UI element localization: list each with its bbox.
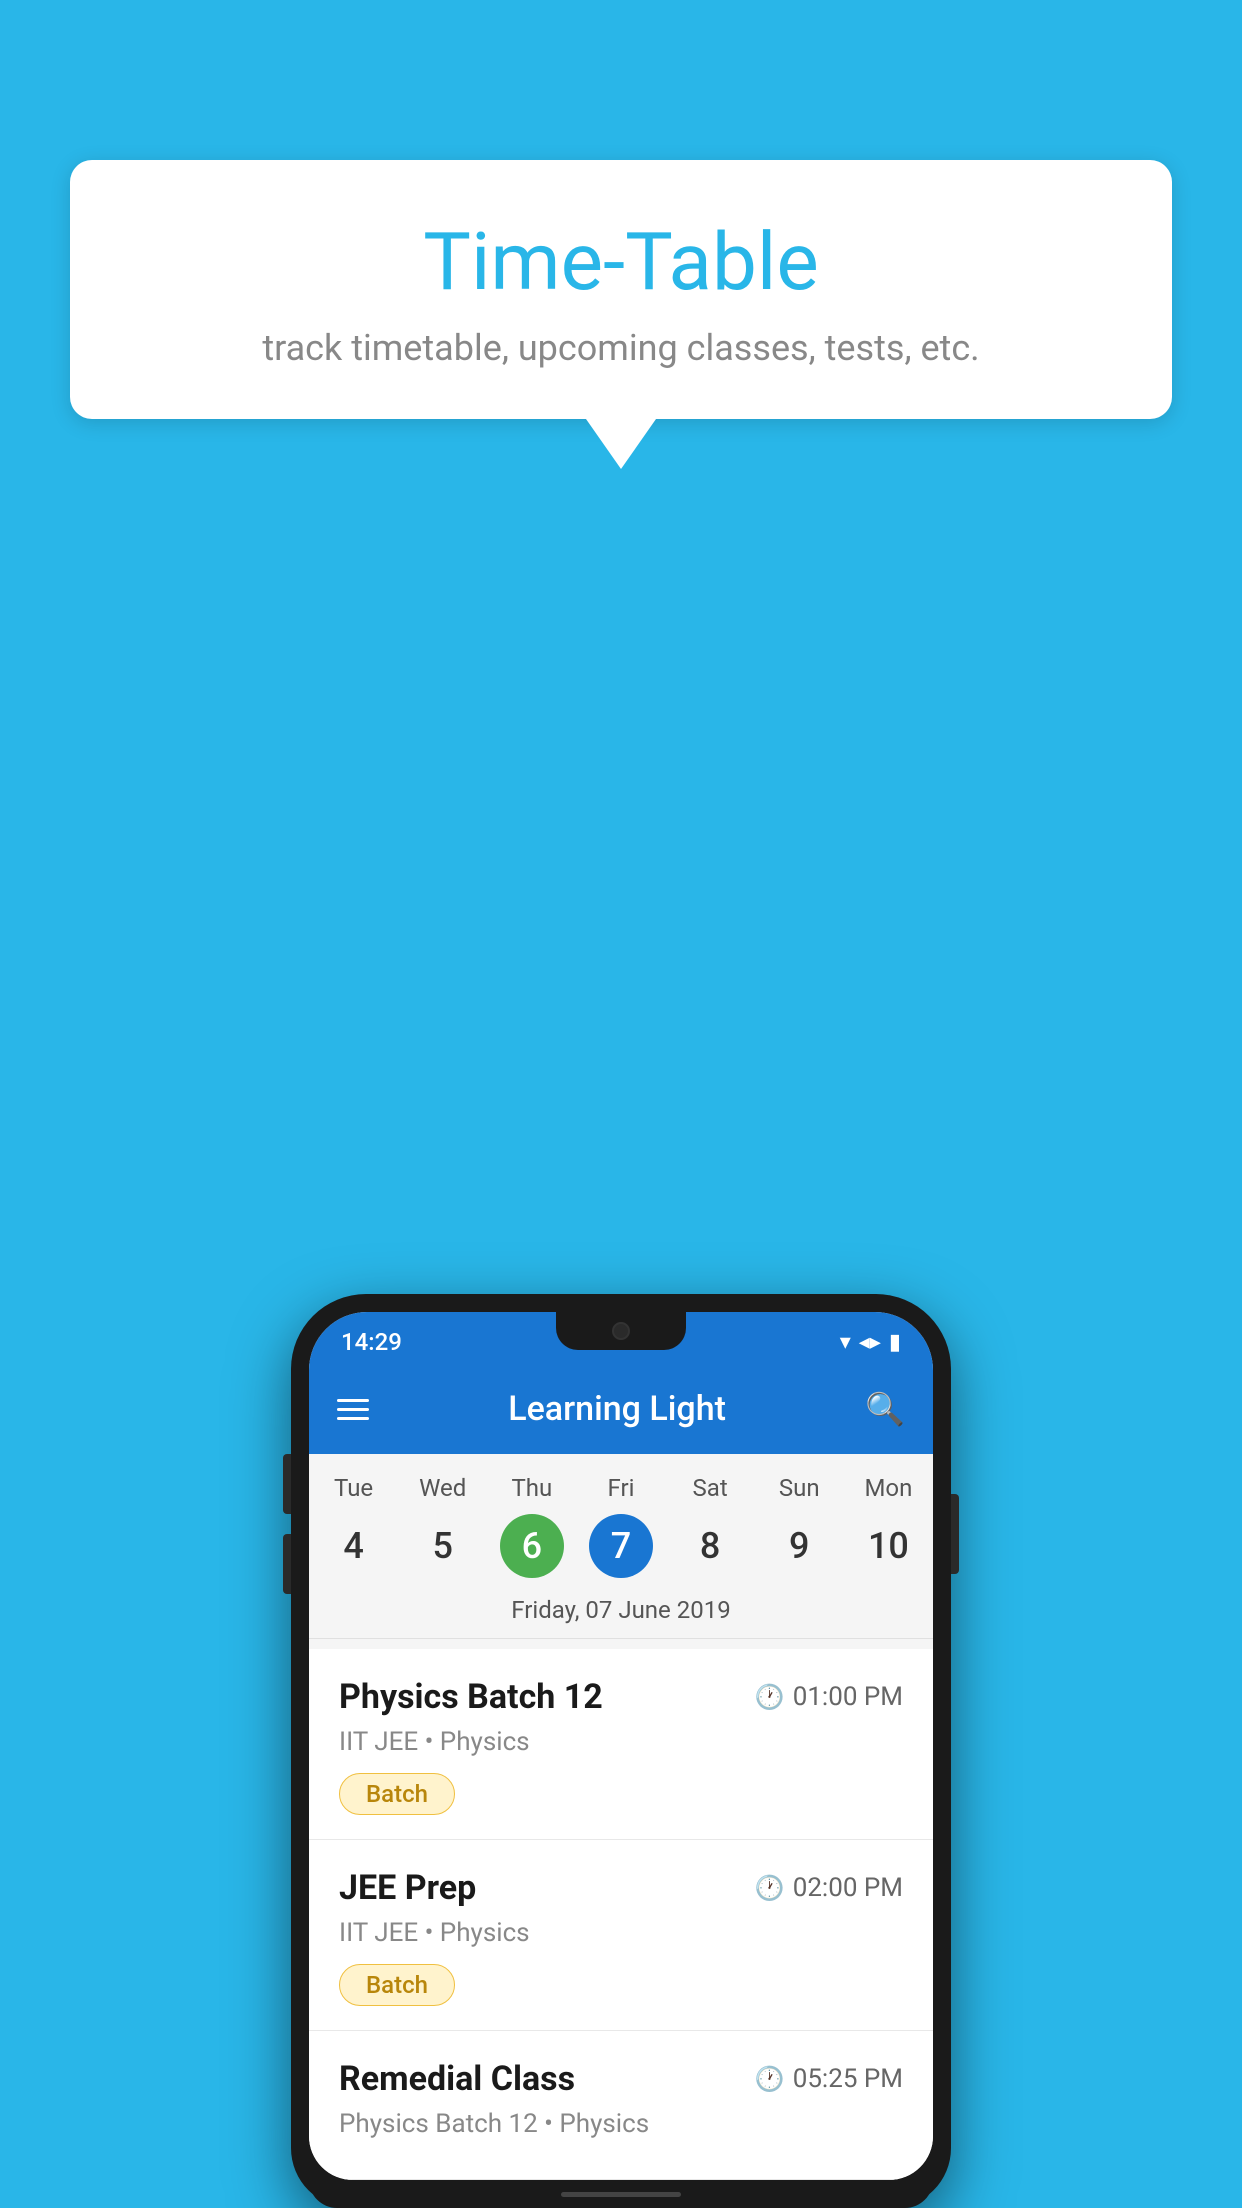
signal-icon: ◂▸ — [859, 1330, 881, 1355]
speech-bubble-card: Time-Table track timetable, upcoming cla… — [70, 160, 1172, 419]
power-button — [951, 1494, 959, 1574]
schedule-time-1: 🕐 01:00 PM — [755, 1682, 903, 1712]
app-bar: Learning Light 🔍 — [309, 1364, 933, 1454]
day-numbers-row: 4 5 6 7 8 9 10 — [309, 1514, 933, 1578]
time-value-2: 02:00 PM — [793, 1873, 903, 1903]
day-name-fri[interactable]: Fri — [576, 1474, 665, 1502]
time-value-1: 01:00 PM — [793, 1682, 903, 1712]
schedule-meta-3: Physics Batch 12 • Physics — [339, 2109, 903, 2139]
schedule-meta-2: IIT JEE • Physics — [339, 1918, 903, 1948]
schedule-title-3: Remedial Class — [339, 2059, 575, 2099]
battery-icon: ▮ — [889, 1330, 901, 1355]
day-name-sat[interactable]: Sat — [666, 1474, 755, 1502]
clock-icon-2: 🕐 — [755, 1874, 785, 1902]
schedule-item-physics-batch[interactable]: Physics Batch 12 🕐 01:00 PM IIT JEE • Ph… — [309, 1649, 933, 1840]
schedule-list: Physics Batch 12 🕐 01:00 PM IIT JEE • Ph… — [309, 1649, 933, 2180]
batch-badge-2: Batch — [339, 1964, 455, 2006]
volume-down-button — [283, 1534, 291, 1594]
search-icon[interactable]: 🔍 — [865, 1390, 905, 1428]
day-names-row: Tue Wed Thu Fri Sat Sun Mon — [309, 1474, 933, 1502]
day-number-7-selected[interactable]: 7 — [589, 1514, 653, 1578]
schedule-item-header-2: JEE Prep 🕐 02:00 PM — [339, 1868, 903, 1908]
day-number-6-today[interactable]: 6 — [500, 1514, 564, 1578]
schedule-item-header-3: Remedial Class 🕐 05:25 PM — [339, 2059, 903, 2099]
volume-up-button — [283, 1454, 291, 1514]
schedule-item-jee-prep[interactable]: JEE Prep 🕐 02:00 PM IIT JEE • Physics Ba… — [309, 1840, 933, 2031]
day-name-thu[interactable]: Thu — [487, 1474, 576, 1502]
bubble-arrow — [586, 419, 656, 469]
phone-bottom — [309, 2180, 933, 2208]
batch-badge-1: Batch — [339, 1773, 455, 1815]
time-value-3: 05:25 PM — [793, 2064, 903, 2094]
clock-icon-3: 🕐 — [755, 2065, 785, 2093]
day-name-mon[interactable]: Mon — [844, 1474, 933, 1502]
camera-dot — [612, 1322, 630, 1340]
day-name-tue[interactable]: Tue — [309, 1474, 398, 1502]
phone-frame: 14:29 ▾ ◂▸ ▮ Learning Light 🔍 — [291, 1294, 951, 2208]
calendar-week: Tue Wed Thu Fri Sat Sun Mon 4 5 6 7 8 9 … — [309, 1454, 933, 1649]
speech-bubble-section: Time-Table track timetable, upcoming cla… — [70, 160, 1172, 469]
app-title: Learning Light — [389, 1389, 845, 1429]
day-number-5[interactable]: 5 — [411, 1514, 475, 1578]
status-icons: ▾ ◂▸ ▮ — [840, 1330, 901, 1355]
phone-screen: 14:29 ▾ ◂▸ ▮ Learning Light 🔍 — [309, 1312, 933, 2180]
schedule-time-2: 🕐 02:00 PM — [755, 1873, 903, 1903]
schedule-title-2: JEE Prep — [339, 1868, 476, 1908]
phone-notch — [556, 1312, 686, 1350]
phone-mockup: 14:29 ▾ ◂▸ ▮ Learning Light 🔍 — [291, 1294, 951, 2208]
schedule-item-header-1: Physics Batch 12 🕐 01:00 PM — [339, 1677, 903, 1717]
day-number-9[interactable]: 9 — [767, 1514, 831, 1578]
schedule-title-1: Physics Batch 12 — [339, 1677, 603, 1717]
schedule-time-3: 🕐 05:25 PM — [755, 2064, 903, 2094]
clock-icon-1: 🕐 — [755, 1683, 785, 1711]
wifi-icon: ▾ — [840, 1330, 851, 1355]
day-name-sun[interactable]: Sun — [755, 1474, 844, 1502]
day-number-4[interactable]: 4 — [322, 1514, 386, 1578]
menu-icon[interactable] — [337, 1399, 369, 1420]
bubble-title: Time-Table — [130, 215, 1112, 309]
bubble-subtitle: track timetable, upcoming classes, tests… — [130, 327, 1112, 369]
day-name-wed[interactable]: Wed — [398, 1474, 487, 1502]
schedule-item-remedial[interactable]: Remedial Class 🕐 05:25 PM Physics Batch … — [309, 2031, 933, 2180]
selected-date-label: Friday, 07 June 2019 — [309, 1586, 933, 1639]
schedule-meta-1: IIT JEE • Physics — [339, 1727, 903, 1757]
home-indicator — [561, 2192, 681, 2197]
day-number-8[interactable]: 8 — [678, 1514, 742, 1578]
day-number-10[interactable]: 10 — [856, 1514, 920, 1578]
status-time: 14:29 — [341, 1328, 402, 1356]
